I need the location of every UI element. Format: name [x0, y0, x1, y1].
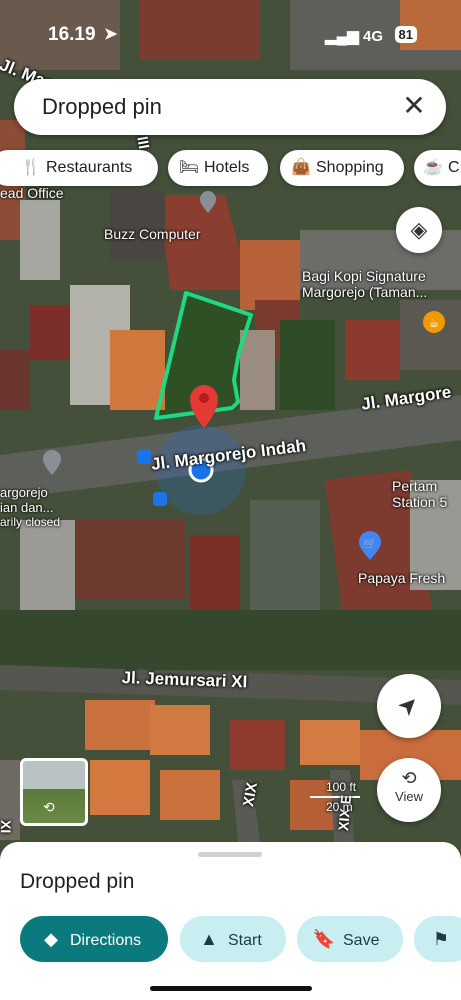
svg-text:🛒: 🛒 — [363, 537, 377, 550]
chip-hotels-label: Hotels — [204, 159, 250, 176]
save-label: Save — [343, 932, 380, 949]
navigation-arrow-icon: ➤ — [391, 688, 426, 723]
save-button[interactable]: 🔖 Save — [297, 916, 403, 962]
sheet-title: Dropped pin — [20, 870, 135, 893]
place-sheet: Dropped pin ◆ Directions ▲ Start 🔖 Save ⚑ — [0, 842, 461, 1000]
home-indicator — [150, 986, 312, 991]
close-icon[interactable]: ✕ — [398, 91, 430, 123]
place-label-margorejo-line1: argorejo — [0, 485, 48, 500]
network-type: 4G — [362, 28, 383, 45]
svg-text:☕: ☕ — [429, 316, 440, 330]
place-label-margorejo-line3: arily closed — [0, 515, 61, 529]
chip-restaurants[interactable]: 🍴 Restaurants — [0, 150, 158, 186]
my-location-button[interactable]: ➤ — [377, 674, 441, 738]
place-label-pertamina-line2: Station 5 — [392, 494, 448, 510]
place-label-margorejo-line2: ian dan... — [0, 500, 54, 515]
place-label-bagi-kopi-line2: Margorejo (Taman... — [302, 284, 428, 300]
street-view-label: View — [395, 789, 423, 804]
road-label-xi: XI — [0, 820, 14, 834]
location-arrow-icon: ➤ — [104, 26, 118, 43]
chip-shopping[interactable]: 👜 Shopping — [280, 150, 404, 186]
search-query[interactable]: Dropped pin — [42, 94, 162, 120]
category-chips: 🍴 Restaurants 🛏 Hotels 👜 Shopping ☕ C — [0, 150, 461, 188]
place-label-bagi-kopi[interactable]: Bagi Kopi Signature Margorejo (Taman... — [302, 268, 427, 300]
directions-icon: ◆ — [44, 929, 58, 949]
signal-icon: ▂▄▆ — [325, 28, 363, 45]
chip-coffee[interactable]: ☕ C — [414, 150, 461, 186]
scale-ft: 100 ft — [326, 780, 357, 794]
place-label-bagi-kopi-line1: Bagi Kopi Signature — [302, 268, 426, 284]
flag-icon: ⚑ — [432, 929, 450, 949]
rotate-icon: ⟲ — [43, 799, 55, 815]
place-label-pertamina-line1: Pertam — [392, 478, 438, 494]
chip-hotels[interactable]: 🛏 Hotels — [168, 150, 268, 186]
layers-icon: ◈ — [410, 217, 428, 242]
coffee-icon: ☕ — [423, 159, 443, 176]
chip-shopping-label: Shopping — [316, 159, 384, 176]
place-label-papaya-fresh[interactable]: Papaya Fresh — [358, 570, 445, 586]
status-time: 16.19 — [48, 24, 96, 45]
scale-m: 20 m — [326, 800, 353, 814]
place-label-buzz-computer[interactable]: Buzz Computer — [104, 226, 200, 242]
battery-indicator: 81 — [394, 26, 417, 43]
flag-button[interactable]: ⚑ — [414, 916, 461, 962]
place-label-margorejo[interactable]: argorejo ian dan... arily closed — [0, 485, 60, 530]
bookmark-icon: 🔖 — [312, 929, 336, 949]
place-label-pertamina[interactable]: Pertam Station 5 — [392, 478, 447, 510]
directions-label: Directions — [70, 932, 142, 949]
sheet-handle[interactable] — [198, 852, 262, 857]
shopping-bag-icon: 👜 — [291, 159, 311, 176]
status-bar: 16.19 ➤ ▂▄▆ 4G 81 — [0, 18, 461, 48]
start-label: Start — [228, 932, 262, 949]
fork-knife-icon: 🍴 — [21, 159, 41, 176]
network-indicator: ▂▄▆ 4G — [325, 27, 383, 45]
navigation-arrow-icon: ▲ — [200, 929, 218, 949]
street-view-button[interactable]: ⟲ View — [377, 758, 441, 822]
street-view-thumbnail[interactable]: ⟲ — [20, 758, 88, 826]
start-button[interactable]: ▲ Start — [180, 916, 286, 962]
search-bar[interactable]: Dropped pin ✕ — [14, 79, 446, 135]
street-view-icon: ⟲ — [401, 768, 417, 788]
directions-button[interactable]: ◆ Directions — [20, 916, 168, 962]
bed-icon: 🛏 — [178, 159, 200, 176]
layers-button[interactable]: ◈ — [396, 207, 442, 253]
chip-restaurants-label: Restaurants — [46, 159, 133, 176]
chip-coffee-label: C — [448, 159, 460, 176]
road-label-iii: III — [133, 135, 153, 151]
